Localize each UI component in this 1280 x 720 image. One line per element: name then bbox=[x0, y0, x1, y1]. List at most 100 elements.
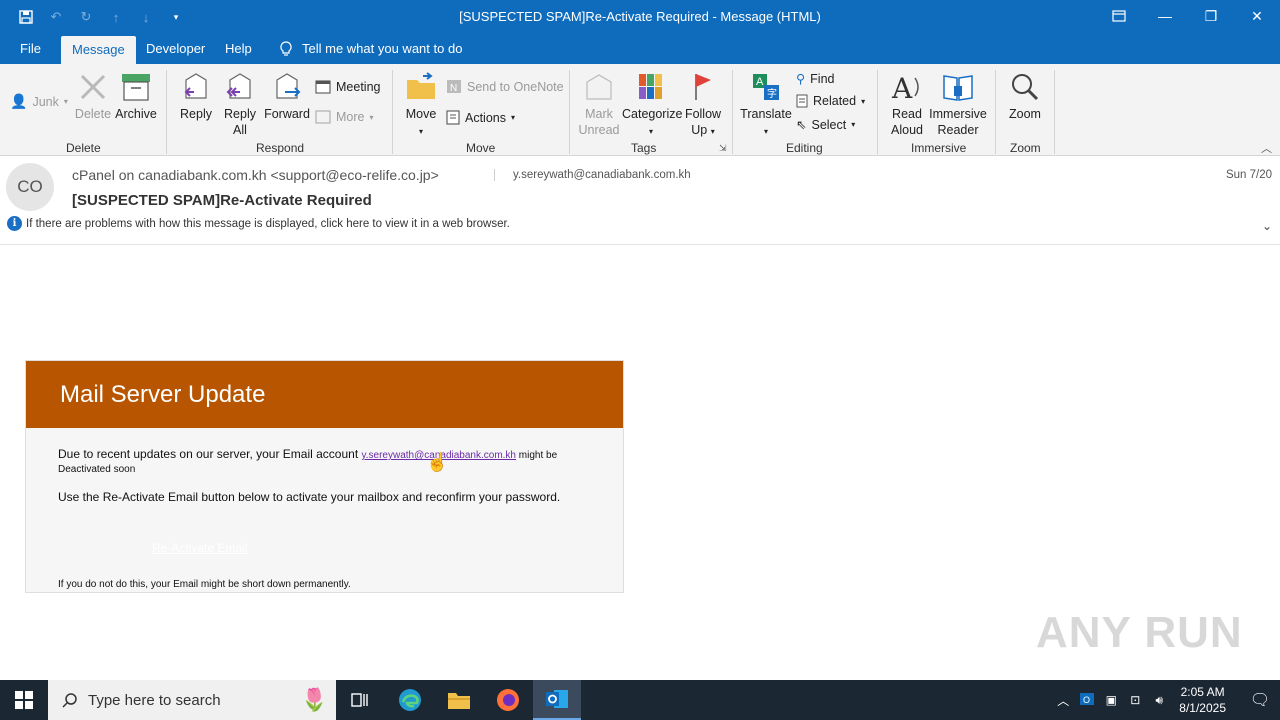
more-respond-button[interactable]: More ▾ bbox=[315, 110, 374, 124]
ribbon-separator bbox=[166, 70, 167, 154]
reply-button[interactable]: Reply bbox=[176, 72, 216, 122]
reply-all-icon bbox=[226, 73, 251, 99]
categorize-button[interactable]: Categorize ▾ bbox=[622, 72, 682, 140]
forward-button[interactable]: Forward bbox=[262, 72, 312, 122]
start-button[interactable] bbox=[0, 680, 48, 720]
clock-time: 2:05 AM bbox=[1180, 685, 1225, 699]
minimize-icon[interactable]: — bbox=[1142, 0, 1188, 32]
tab-help[interactable]: Help bbox=[225, 34, 252, 64]
clock[interactable]: 2:05 AM 8/1/2025 bbox=[1179, 684, 1226, 716]
reply-all-button[interactable]: Reply All bbox=[220, 72, 260, 138]
email-paragraph-3: If you do not do this, your Email might … bbox=[58, 579, 351, 590]
outlook-button[interactable] bbox=[533, 680, 581, 720]
search-highlight-icon: 🌷 bbox=[300, 687, 328, 712]
tab-developer[interactable]: Developer bbox=[146, 34, 205, 64]
window-title: [SUSPECTED SPAM]Re-Activate Required - M… bbox=[459, 9, 821, 24]
firefox-button[interactable] bbox=[484, 680, 532, 720]
edge-icon bbox=[399, 689, 421, 711]
network-icon[interactable]: ⊡ bbox=[1123, 693, 1147, 707]
send-to-onenote-button[interactable]: N Send to OneNote bbox=[446, 79, 564, 94]
follow-up-button[interactable]: Follow Up ▾ bbox=[682, 72, 724, 140]
mark-unread-button[interactable]: Mark Unread bbox=[576, 72, 622, 138]
sender[interactable]: cPanel on canadiabank.com.kh <support@ec… bbox=[72, 167, 439, 183]
immersive-reader-icon bbox=[943, 75, 973, 101]
select-cursor-icon: ⇖ bbox=[796, 118, 807, 132]
reply-icon bbox=[184, 73, 207, 99]
archive-button[interactable]: Archive bbox=[114, 72, 158, 122]
reactivate-email-link[interactable]: Re-Activate Email bbox=[152, 541, 247, 555]
clock-date: 8/1/2025 bbox=[1179, 701, 1226, 715]
zoom-button[interactable]: Zoom bbox=[1004, 72, 1046, 122]
taskbar: Type here to search 🌷 ︿ O ▣ ⊡ 🔊︎ 2:05 AM… bbox=[0, 680, 1280, 720]
email-banner: Mail Server Update bbox=[26, 361, 623, 428]
move-group-label: Move bbox=[466, 141, 496, 155]
tags-group-label: Tags bbox=[631, 141, 657, 155]
email-paragraph-2: Use the Re-Activate Email button below t… bbox=[58, 490, 561, 504]
hand-cursor-icon: ☝ bbox=[426, 452, 449, 472]
find-button[interactable]: ⚲ Find bbox=[796, 71, 834, 87]
ribbon-separator bbox=[569, 70, 570, 154]
respond-group-label: Respond bbox=[256, 141, 305, 155]
zoom-icon bbox=[1012, 74, 1039, 101]
ribbon-separator bbox=[877, 70, 878, 154]
watermark: ANY RUN bbox=[1036, 608, 1243, 657]
immersive-reader-button[interactable]: Immersive Reader bbox=[928, 72, 988, 138]
info-icon: i bbox=[7, 216, 22, 231]
delete-button[interactable]: Delete bbox=[74, 72, 112, 122]
close-icon[interactable]: ✕ bbox=[1234, 0, 1280, 32]
meeting-button[interactable]: Meeting bbox=[315, 79, 380, 94]
file-explorer-button[interactable] bbox=[435, 680, 483, 720]
zoom-group-label: Zoom bbox=[1010, 141, 1041, 155]
notification-center-icon[interactable]: 🗨︎ bbox=[1240, 690, 1280, 710]
select-button[interactable]: ⇖ Select ▾ bbox=[796, 117, 855, 133]
edge-button[interactable] bbox=[386, 680, 434, 720]
expand-header-icon[interactable]: ⌄ bbox=[1262, 219, 1272, 233]
related-button[interactable]: Related ▾ bbox=[796, 94, 865, 108]
recipient[interactable]: y.sereywath@canadiabank.com.kh bbox=[494, 169, 691, 181]
move-button[interactable]: Move ▾ bbox=[402, 72, 440, 140]
junk-button[interactable]: 👤 Junk ▾ bbox=[10, 93, 68, 110]
read-aloud-button[interactable]: A Read Aloud bbox=[886, 72, 928, 138]
meet-now-icon[interactable]: ▣ bbox=[1099, 693, 1123, 707]
collapse-ribbon-icon[interactable]: ︿ bbox=[1261, 140, 1272, 156]
message-body: Mail Server Update Due to recent updates… bbox=[0, 246, 1280, 680]
translate-icon: A字 bbox=[753, 74, 779, 100]
task-view-button[interactable] bbox=[336, 680, 384, 720]
svg-text:A: A bbox=[891, 72, 913, 102]
folder-icon bbox=[448, 693, 470, 709]
avatar: CO bbox=[6, 163, 54, 211]
title-bar: ↶ ↻ ↑ ↓ ▾ [SUSPECTED SPAM]Re-Activate Re… bbox=[0, 0, 1280, 34]
forward-icon bbox=[276, 73, 301, 99]
ribbon-separator bbox=[1054, 70, 1055, 154]
actions-button[interactable]: Actions ▾ bbox=[446, 110, 515, 125]
translate-button[interactable]: A字 Translate ▾ bbox=[740, 72, 792, 140]
tab-message[interactable]: Message bbox=[61, 36, 136, 64]
message-header: CO cPanel on canadiabank.com.kh <support… bbox=[0, 157, 1280, 245]
read-aloud-icon: A bbox=[891, 72, 919, 102]
message-subject: [SUSPECTED SPAM]Re-Activate Required bbox=[72, 192, 372, 209]
more-icon bbox=[315, 110, 331, 124]
tell-me-box[interactable]: Tell me what you want to do bbox=[280, 34, 462, 64]
junk-icon: 👤 bbox=[10, 93, 28, 109]
svg-text:N: N bbox=[450, 83, 457, 94]
show-hidden-icons-icon[interactable]: ︿ bbox=[1051, 692, 1075, 709]
related-icon bbox=[796, 94, 808, 108]
search-placeholder: Type here to search bbox=[88, 691, 221, 709]
ribbon-display-options-icon[interactable] bbox=[1096, 0, 1142, 32]
volume-icon[interactable]: 🔊︎ bbox=[1147, 693, 1171, 708]
restore-icon[interactable]: ❐ bbox=[1188, 0, 1234, 32]
editing-group-label: Editing bbox=[786, 141, 823, 155]
categorize-icon bbox=[639, 74, 662, 99]
email-card: Mail Server Update Due to recent updates… bbox=[25, 360, 624, 593]
info-bar[interactable]: i If there are problems with how this me… bbox=[7, 216, 510, 231]
banner-title: Mail Server Update bbox=[60, 381, 266, 408]
actions-icon bbox=[446, 110, 460, 125]
taskbar-search[interactable]: Type here to search 🌷 bbox=[48, 680, 336, 720]
tags-dialog-launcher-icon[interactable]: ⇲ bbox=[719, 143, 727, 154]
find-icon: ⚲ bbox=[796, 72, 806, 86]
tab-file[interactable]: File bbox=[20, 34, 41, 64]
svg-text:A: A bbox=[756, 76, 764, 88]
outlook-tray-icon[interactable]: O bbox=[1075, 691, 1099, 710]
task-view-icon bbox=[351, 693, 368, 707]
meeting-icon bbox=[315, 80, 331, 94]
